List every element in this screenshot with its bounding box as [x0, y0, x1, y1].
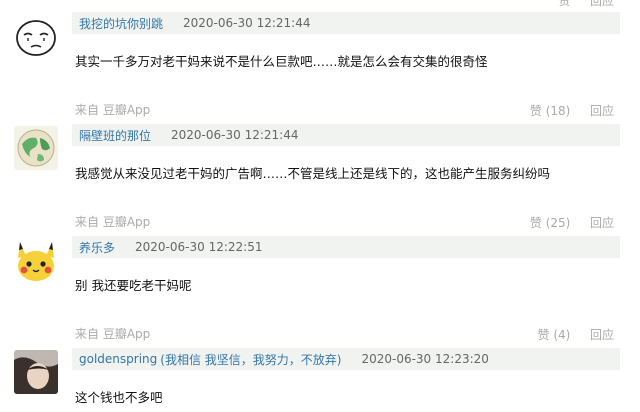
comment-header: goldenspring (我相信 我坚信，我努力，不放弃) 2020-06-3…	[72, 348, 620, 370]
portrait-avatar-icon[interactable]	[14, 350, 58, 394]
author-signature: (我相信 我坚信，我努力，不放弃)	[160, 352, 342, 367]
reply-button[interactable]: 回应	[590, 328, 614, 342]
top-partial-actions: 赞 回应	[558, 0, 614, 9]
comment-source: 来自 豆瓣App	[75, 215, 151, 229]
author-link[interactable]: 隔壁班的那位	[79, 127, 151, 144]
author-link[interactable]: 我挖的坑你别跳	[79, 15, 163, 32]
comment-header: 我挖的坑你别跳 2020-06-30 12:21:44	[72, 12, 620, 34]
reply-button[interactable]: 回应	[590, 0, 614, 8]
comment-actions: 赞 (18) 回应	[530, 102, 614, 119]
reply-button[interactable]: 回应	[590, 216, 614, 230]
comment-text: 别 我还要吃老干妈呢	[75, 278, 192, 293]
comment-header: 隔壁班的那位 2020-06-30 12:21:44	[72, 124, 620, 146]
comment-time: 2020-06-30 12:21:44	[171, 128, 299, 142]
comment-time: 2020-06-30 12:22:51	[135, 240, 263, 254]
pikachu-avatar-icon[interactable]	[14, 238, 58, 282]
like-button[interactable]: 赞 (18)	[530, 104, 570, 118]
globe-avatar-icon[interactable]	[14, 126, 58, 170]
sad-face-avatar-icon[interactable]	[14, 14, 58, 58]
comment-source: 来自 豆瓣App	[75, 327, 151, 341]
comment-source: 来自 豆瓣App	[75, 103, 151, 117]
comment-header: 养乐多 2020-06-30 12:22:51	[72, 236, 620, 258]
reply-button[interactable]: 回应	[590, 104, 614, 118]
like-button[interactable]: 赞	[558, 0, 570, 8]
like-button[interactable]: 赞 (4)	[538, 328, 571, 342]
like-button[interactable]: 赞 (25)	[530, 216, 570, 230]
comment-text: 其实一千多万对老干妈来说不是什么巨款吧……就是怎么会有交集的很奇怪	[75, 54, 488, 69]
author-link[interactable]: goldenspring	[79, 352, 157, 366]
author-link[interactable]: 养乐多	[79, 239, 115, 256]
comment-time: 2020-06-30 12:23:20	[361, 352, 489, 366]
comment-text: 我感觉从来没见过老干妈的广告啊……不管是线上还是线下的，这也能产生服务纠纷吗	[75, 166, 551, 181]
comment-actions: 赞 (25) 回应	[530, 214, 614, 231]
comment-text: 这个钱也不多吧	[75, 390, 163, 405]
comment-actions: 赞 (4) 回应	[538, 326, 615, 343]
comment-time: 2020-06-30 12:21:44	[183, 16, 311, 30]
